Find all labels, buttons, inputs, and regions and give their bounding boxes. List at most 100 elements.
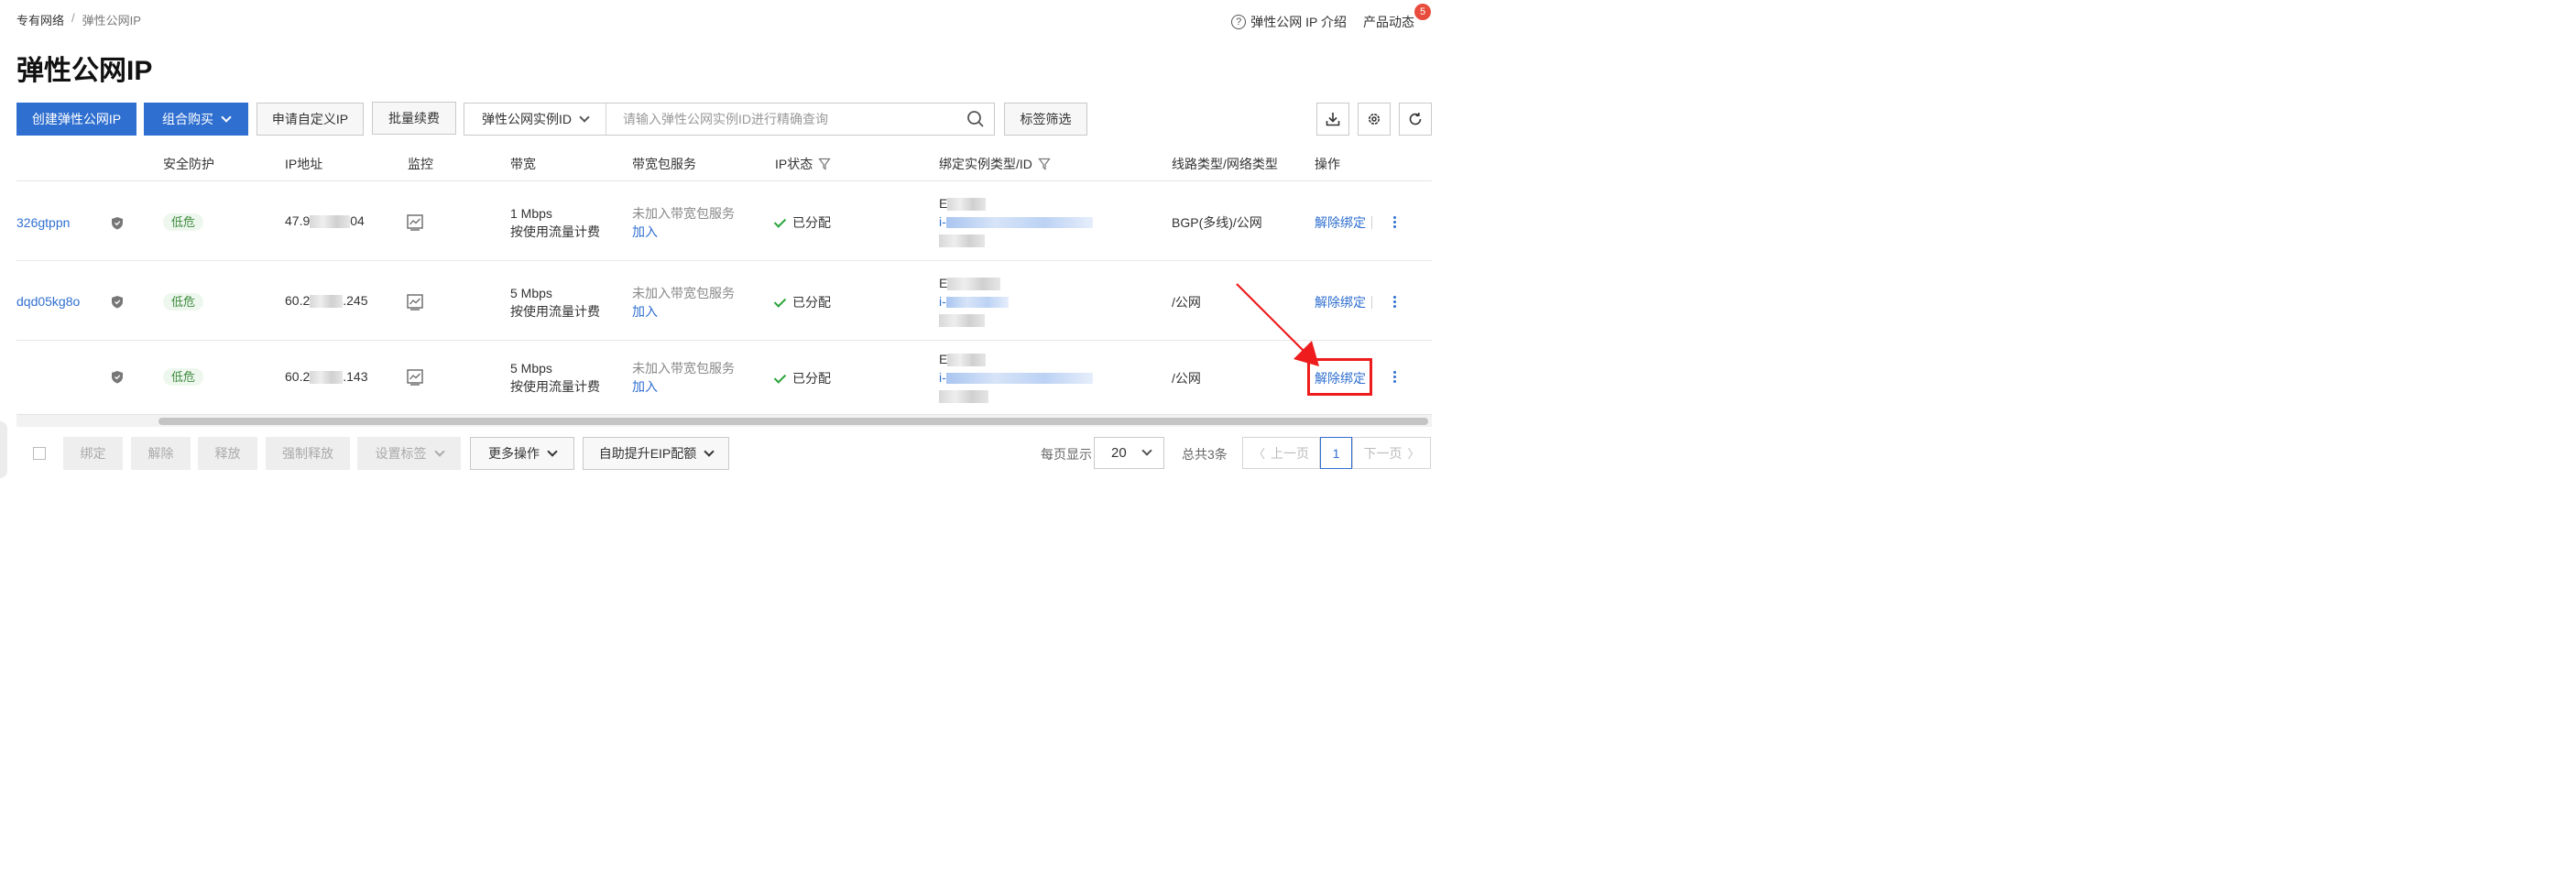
refresh-button[interactable] bbox=[1399, 103, 1432, 136]
instance-id[interactable]: i- bbox=[939, 213, 1093, 231]
product-news-label: 产品动态 bbox=[1363, 15, 1414, 29]
search-bar: 弹性公网实例ID bbox=[464, 103, 995, 136]
increase-quota-button[interactable]: 自助提升EIP配额 bbox=[583, 437, 729, 470]
next-page-button[interactable]: 下一页 〉 bbox=[1352, 437, 1431, 469]
redacted-block bbox=[310, 371, 344, 385]
column-header-bound-instance-label: 绑定实例类型/ID bbox=[939, 157, 1032, 171]
monitor-chart-icon[interactable] bbox=[407, 214, 423, 231]
column-header-bandwidth-package: 带宽包服务 bbox=[632, 157, 696, 171]
breadcrumb-separator: / bbox=[71, 11, 75, 25]
billing-method: 按使用流量计费 bbox=[510, 304, 600, 319]
instance-id-prefix: i- bbox=[939, 370, 946, 385]
unbind-button[interactable]: 解除 bbox=[131, 437, 191, 470]
risk-label: 低危 bbox=[163, 213, 204, 231]
apply-custom-ip-button[interactable]: 申请自定义IP bbox=[257, 103, 364, 136]
search-input[interactable] bbox=[606, 104, 957, 135]
top-links: ? 弹性公网 IP 介绍 产品动态 5 bbox=[1231, 4, 1431, 31]
ip-prefix: 60.2 bbox=[285, 293, 311, 308]
prev-page-button[interactable]: 〈 上一页 bbox=[1242, 437, 1320, 469]
monitor-chart-icon[interactable] bbox=[407, 369, 423, 386]
download-button[interactable] bbox=[1316, 103, 1349, 136]
action-separator bbox=[1371, 216, 1372, 229]
bandwidth-package-info: 未加入带宽包服务 加入 bbox=[632, 204, 735, 241]
redacted-block bbox=[939, 234, 985, 248]
breadcrumb: 专有网络 / 弹性公网IP bbox=[16, 11, 141, 28]
instance-type: E bbox=[939, 350, 1093, 368]
total-count: 总共3条 bbox=[1182, 447, 1228, 462]
side-panel-handle[interactable] bbox=[0, 421, 7, 478]
release-button[interactable]: 释放 bbox=[198, 437, 257, 470]
search-button[interactable] bbox=[957, 104, 994, 135]
unbind-link[interactable]: 解除绑定 bbox=[1315, 213, 1366, 232]
settings-button[interactable] bbox=[1358, 103, 1391, 136]
table-row: 低危 60.2 .143 5 Mbps 按使用流量计费 未加入带宽包服务 加入 已分配… bbox=[16, 341, 1432, 414]
more-actions-icon[interactable] bbox=[1393, 296, 1397, 308]
instance-id[interactable]: i- bbox=[939, 368, 1093, 387]
chevron-down-icon bbox=[221, 111, 232, 123]
more-operations-button[interactable]: 更多操作 bbox=[470, 437, 574, 470]
instance-id-link[interactable]: dqd05kg8o bbox=[16, 294, 80, 309]
instance-type-letter: E bbox=[939, 196, 948, 211]
bandwidth-package-status: 未加入带宽包服务 bbox=[632, 286, 735, 300]
more-actions-icon[interactable] bbox=[1393, 216, 1397, 228]
join-bandwidth-package-link[interactable]: 加入 bbox=[632, 377, 735, 396]
instance-type-letter: E bbox=[939, 276, 948, 290]
current-page-button[interactable]: 1 bbox=[1320, 437, 1352, 469]
breadcrumb-parent[interactable]: 专有网络 bbox=[16, 11, 64, 28]
redacted-block bbox=[945, 373, 1093, 385]
monitor-chart-icon[interactable] bbox=[407, 294, 423, 311]
join-bandwidth-package-link[interactable]: 加入 bbox=[632, 302, 735, 321]
combo-purchase-button[interactable]: 组合购买 bbox=[144, 103, 248, 136]
ip-status-label: 已分配 bbox=[792, 215, 831, 230]
bound-instance-info: E i- bbox=[939, 274, 1009, 329]
ip-suffix: .245 bbox=[343, 293, 368, 308]
help-link[interactable]: ? 弹性公网 IP 介绍 bbox=[1231, 13, 1347, 31]
question-icon: ? bbox=[1231, 15, 1247, 29]
chevron-down-icon bbox=[547, 445, 558, 457]
create-eip-button[interactable]: 创建弹性公网IP bbox=[16, 103, 136, 136]
ip-address: 60.2 .143 bbox=[285, 369, 368, 385]
redacted-block bbox=[947, 354, 987, 367]
redacted-block bbox=[947, 198, 987, 212]
bound-instance-info: E i- bbox=[939, 350, 1093, 405]
instance-mode bbox=[939, 311, 1009, 329]
chevron-right-icon: 〉 bbox=[1407, 447, 1420, 461]
filter-icon[interactable] bbox=[1038, 158, 1051, 170]
select-all-checkbox[interactable] bbox=[33, 447, 46, 460]
search-field-select[interactable]: 弹性公网实例ID bbox=[464, 104, 606, 135]
horizontal-scrollbar[interactable] bbox=[16, 414, 1432, 427]
filter-icon[interactable] bbox=[818, 158, 831, 170]
redacted-block bbox=[310, 215, 351, 229]
table-row: dqd05kg8o 低危 60.2 .245 5 Mbps 按使用流量计费 未加入带… bbox=[16, 261, 1432, 341]
ip-status: 已分配 bbox=[773, 369, 831, 387]
check-icon bbox=[773, 371, 787, 384]
force-release-button[interactable]: 强制释放 bbox=[266, 437, 350, 470]
risk-badge: 低危 bbox=[163, 213, 204, 231]
set-tags-button[interactable]: 设置标签 bbox=[357, 437, 461, 470]
notification-badge: 5 bbox=[1414, 4, 1431, 20]
bind-button[interactable]: 绑定 bbox=[63, 437, 123, 470]
instance-id-link[interactable]: 326gtppn bbox=[16, 215, 70, 230]
page-size-select[interactable]: 20 bbox=[1094, 437, 1164, 469]
batch-renew-button[interactable]: 批量续费 bbox=[372, 102, 456, 135]
tag-filter-button[interactable]: 标签筛选 bbox=[1004, 103, 1087, 136]
risk-badge: 低危 bbox=[163, 292, 204, 311]
bandwidth-package-info: 未加入带宽包服务加入 bbox=[632, 284, 735, 321]
bandwidth-package-status: 未加入带宽包服务 bbox=[632, 361, 735, 376]
instance-type: E bbox=[939, 194, 1093, 213]
column-header-ip-status-label: IP状态 bbox=[775, 157, 813, 171]
instance-id[interactable]: i- bbox=[939, 292, 1009, 311]
more-actions-icon[interactable] bbox=[1393, 371, 1397, 383]
instance-id-prefix: i- bbox=[939, 294, 946, 309]
column-header-bandwidth: 带宽 bbox=[510, 157, 536, 171]
scrollbar-thumb[interactable] bbox=[158, 418, 1428, 425]
action-separator bbox=[1371, 296, 1372, 309]
column-header-bound-instance: 绑定实例类型/ID bbox=[939, 155, 1051, 173]
product-news-link[interactable]: 产品动态 5 bbox=[1363, 4, 1431, 31]
risk-badge: 低危 bbox=[163, 367, 204, 386]
chevron-down-icon bbox=[704, 445, 715, 457]
check-icon bbox=[773, 295, 787, 308]
ip-address: 47.9 04 bbox=[285, 213, 365, 229]
join-bandwidth-package-link[interactable]: 加入 bbox=[632, 223, 735, 241]
prev-page-label: 上一页 bbox=[1271, 445, 1309, 461]
